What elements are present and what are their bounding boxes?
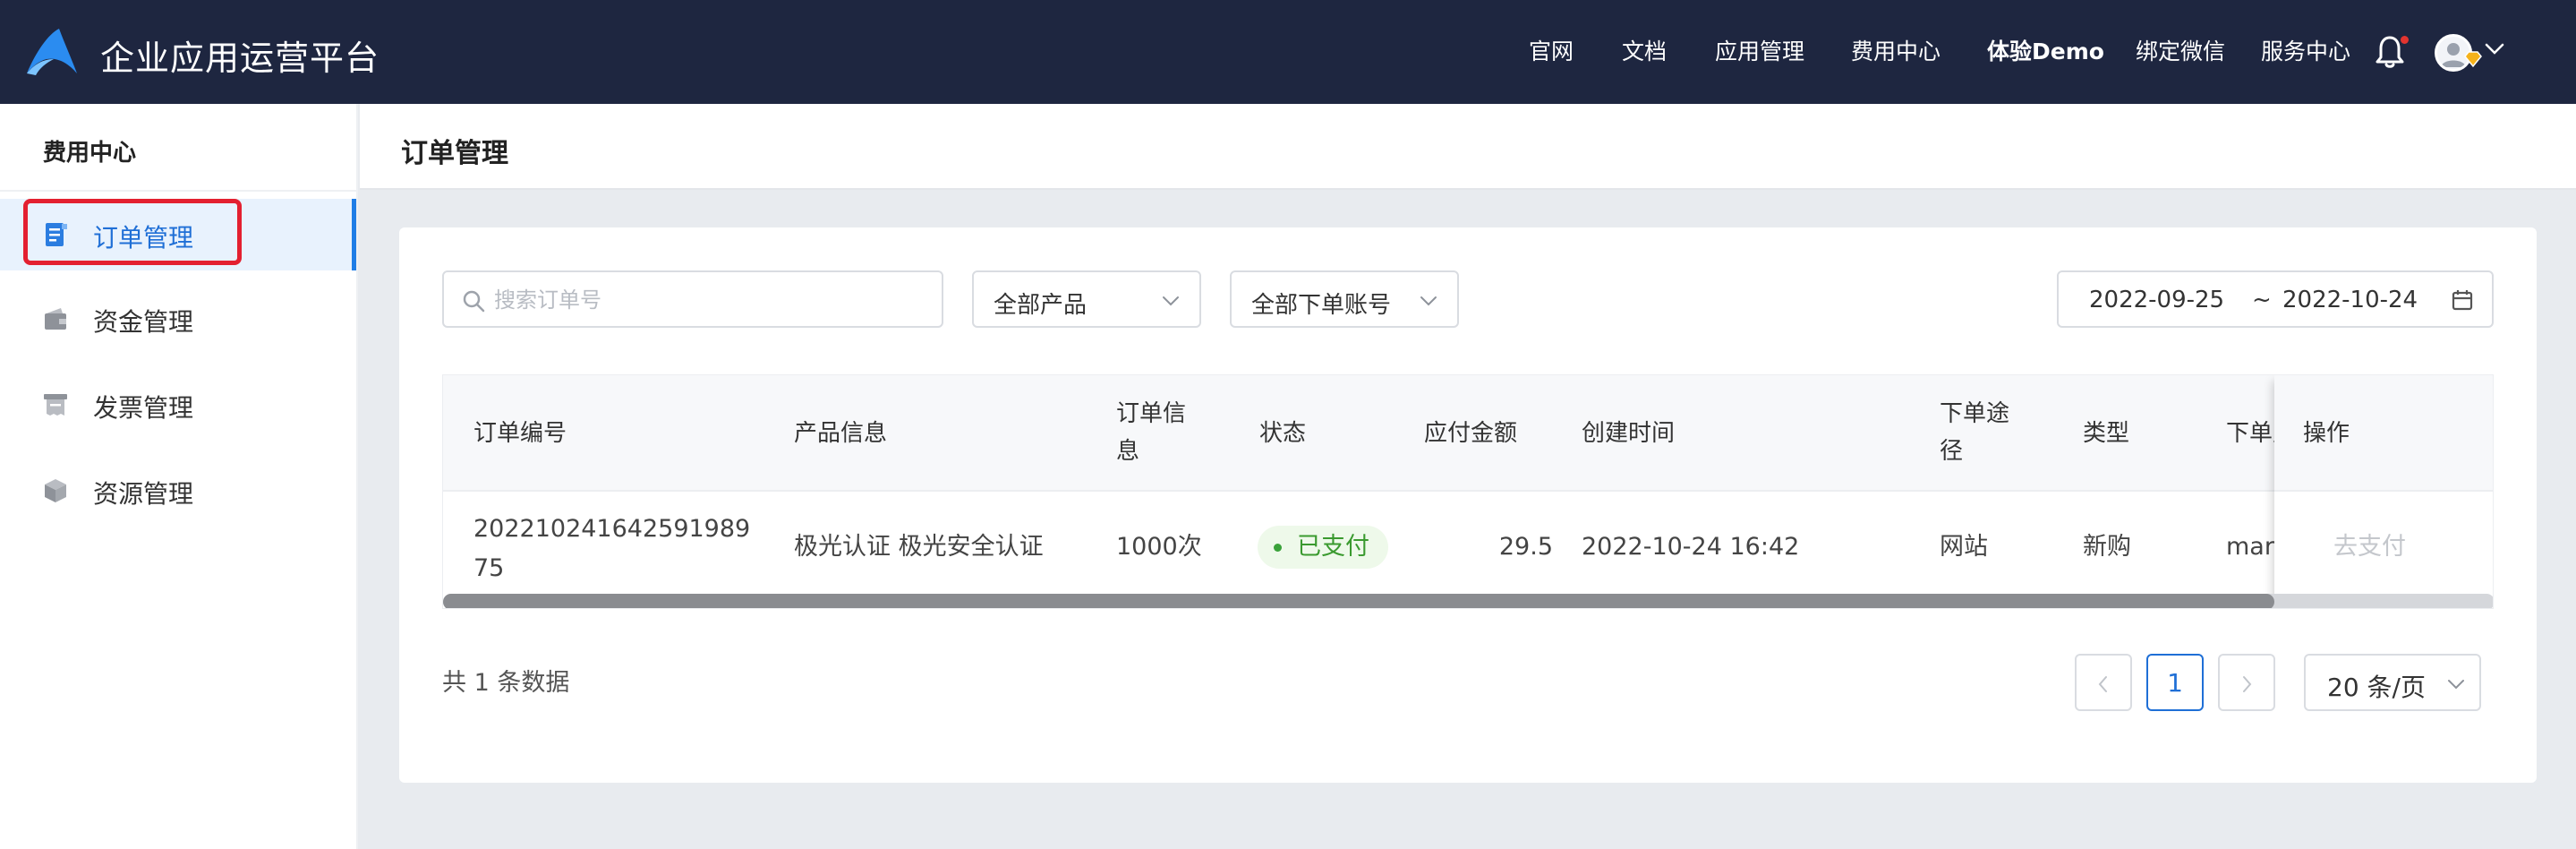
- sidebar-title: 费用中心: [43, 140, 137, 167]
- search-box[interactable]: [442, 270, 943, 328]
- nav-demo[interactable]: 体验Demo: [1987, 34, 2104, 70]
- product-select[interactable]: 全部产品: [972, 270, 1201, 328]
- page-button-1[interactable]: 1: [2146, 654, 2204, 711]
- cell-amount: 29.5: [1498, 533, 1553, 561]
- account-select-label: 全部下单账号: [1251, 292, 1392, 319]
- page-header: 订单管理: [360, 104, 2576, 190]
- col-order-info-line1: 订单信: [1116, 400, 1187, 427]
- col-amount: 应付金额: [1424, 420, 1518, 447]
- cell-type: 新购: [2083, 533, 2131, 561]
- chevron-right-icon: [2243, 676, 2252, 692]
- orders-table: 订单编号 产品信息 订单信 息 状态 应付金额 创建时间 下单途 径 类型 下单…: [442, 374, 2494, 609]
- sidebar-item-label: 资源管理: [93, 479, 194, 509]
- action-column: 操作 去支付: [2274, 375, 2493, 608]
- order-icon: [46, 223, 67, 246]
- status-dot: [1274, 544, 1282, 552]
- col-order-info-line2: 息: [1116, 438, 1140, 465]
- date-end: 2022-10-24: [2282, 287, 2418, 313]
- invoice-icon: [44, 394, 67, 416]
- col-order-info: 订单信 息: [1116, 395, 1186, 470]
- search-input[interactable]: [494, 281, 924, 319]
- col-channel: 下单途 径: [1940, 395, 2009, 470]
- sidebar-item-label: 发票管理: [93, 393, 194, 423]
- nav-bind-wechat[interactable]: 绑定微信: [2136, 34, 2225, 70]
- cell-created: 2022-10-24 16:42: [1582, 533, 1800, 561]
- search-icon: [463, 290, 485, 313]
- col-created: 创建时间: [1582, 420, 1676, 447]
- chevron-left-icon: [2098, 676, 2107, 692]
- action-column-header: 操作: [2274, 375, 2493, 492]
- page-size-label: 20 条/页: [2327, 673, 2426, 702]
- nav-billing-center[interactable]: 费用中心: [1851, 34, 1941, 70]
- account-select[interactable]: 全部下单账号: [1230, 270, 1459, 328]
- cell-order-info: 1000次: [1116, 533, 1202, 561]
- vip-badge-icon: [2464, 51, 2482, 68]
- prev-page-button[interactable]: [2075, 654, 2132, 711]
- sidebar-item-label: 订单管理: [93, 223, 194, 253]
- col-status: 状态: [1259, 420, 1307, 447]
- col-product: 产品信息: [794, 420, 888, 447]
- page-number: 1: [2167, 668, 2183, 698]
- notification-dot: [2401, 36, 2409, 44]
- chevron-down-icon: [1420, 296, 1437, 306]
- logo-icon: [27, 29, 77, 75]
- date-range-picker[interactable]: 2022-09-25 ~ 2022-10-24: [2057, 270, 2494, 328]
- orders-card: 全部产品 全部下单账号 2022-09-25 ~ 2022-10-24 订单编号…: [399, 227, 2537, 783]
- cell-order-id: 202210241642591989 75: [473, 510, 750, 588]
- nav-docs[interactable]: 文档: [1622, 34, 1667, 70]
- col-action: 操作: [2303, 420, 2350, 447]
- nav-official-site[interactable]: 官网: [1529, 34, 1574, 70]
- sidebar-item-label: 资金管理: [93, 307, 194, 337]
- cell-order-id-line2: 75: [473, 554, 505, 582]
- table-header: 订单编号 产品信息 订单信 息 状态 应付金额 创建时间 下单途 径 类型 下单…: [443, 375, 2493, 492]
- sidebar-item-orders[interactable]: 订单管理: [0, 199, 356, 270]
- total-count: 共 1 条数据: [442, 669, 570, 697]
- col-channel-line1: 下单途: [1940, 400, 2010, 427]
- page-title: 订单管理: [401, 138, 508, 169]
- chevron-down-icon: [1163, 296, 1179, 306]
- app-title: 企业应用运营平台: [100, 39, 380, 78]
- date-separator: ~: [2252, 287, 2272, 313]
- nav-service-center[interactable]: 服务中心: [2261, 34, 2350, 70]
- product-select-label: 全部产品: [994, 292, 1088, 319]
- divider: [0, 190, 356, 192]
- sidebar: 费用中心 订单管理 资金管理 发票管理 资源管理: [0, 104, 358, 849]
- chevron-down-icon: [2448, 680, 2464, 690]
- sidebar-item-funds[interactable]: 资金管理: [0, 283, 356, 355]
- cell-order-id-line1: 202210241642591989: [473, 515, 751, 543]
- pay-link[interactable]: 去支付: [2333, 527, 2406, 567]
- sidebar-item-invoices[interactable]: 发票管理: [0, 369, 356, 441]
- status-text: 已支付: [1297, 533, 1369, 561]
- page-size-select[interactable]: 20 条/页: [2304, 654, 2481, 711]
- col-type: 类型: [2083, 420, 2130, 447]
- sidebar-item-resources[interactable]: 资源管理: [0, 455, 356, 527]
- nav-app-management[interactable]: 应用管理: [1715, 34, 1804, 70]
- next-page-button[interactable]: [2218, 654, 2275, 711]
- date-start: 2022-09-25: [2089, 287, 2225, 313]
- wallet-icon: [45, 308, 66, 330]
- cell-channel: 网站: [1940, 533, 1988, 561]
- cube-icon: [45, 479, 66, 502]
- status-badge: 已支付: [1258, 526, 1388, 569]
- chevron-down-icon[interactable]: [2485, 43, 2504, 56]
- top-navbar: 企业应用运营平台 官网 文档 应用管理 费用中心 体验Demo 绑定微信 服务中…: [0, 0, 2576, 104]
- cell-product: 极光认证 极光安全认证: [794, 533, 1044, 561]
- col-order-id: 订单编号: [473, 420, 567, 447]
- calendar-icon: [2452, 290, 2473, 311]
- col-channel-line2: 径: [1940, 438, 1964, 465]
- horizontal-scrollbar-thumb[interactable]: [443, 594, 2274, 608]
